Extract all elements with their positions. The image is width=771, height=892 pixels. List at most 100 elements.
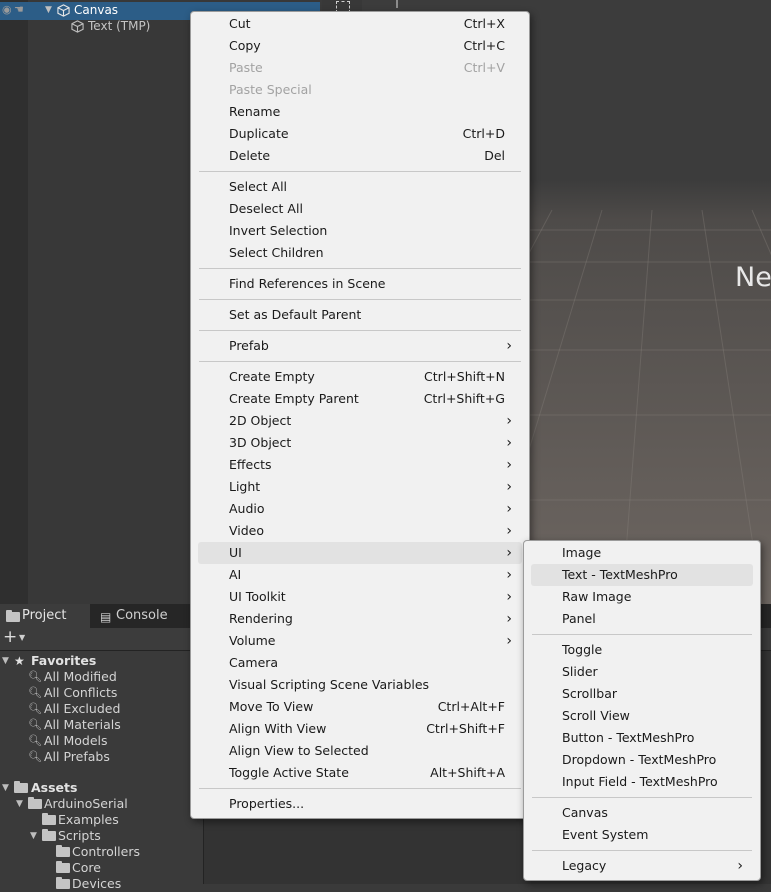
tree-item-favorite[interactable]: 🔍︎ All Conflicts: [0, 685, 200, 701]
tree-folder-scripts[interactable]: ▼ Scripts: [0, 828, 200, 844]
menu-item-effects[interactable]: Effects ›: [198, 454, 522, 476]
chevron-right-icon: ›: [506, 501, 512, 517]
menu-item-event-system[interactable]: Event System: [531, 824, 753, 846]
folder-icon: [42, 813, 56, 825]
tree-item-favorite[interactable]: 🔍︎ All Modified: [0, 669, 200, 685]
chevron-right-icon: ›: [506, 589, 512, 605]
pickability-hand-icon[interactable]: ☚: [14, 2, 24, 18]
chevron-down-icon[interactable]: ▼: [19, 633, 25, 642]
menu-item-label: Image: [562, 545, 602, 560]
tree-item-favorite[interactable]: 🔍︎ All Prefabs: [0, 749, 200, 765]
menu-item-create-empty-parent[interactable]: Create Empty Parent Ctrl+Shift+G: [198, 388, 522, 410]
menu-item-text-textmeshpro[interactable]: Text - TextMeshPro: [531, 564, 753, 586]
folder-open-icon: [14, 781, 28, 793]
menu-item-duplicate[interactable]: Duplicate Ctrl+D: [198, 123, 522, 145]
visibility-eye-icon[interactable]: ◉: [2, 2, 12, 18]
ui-submenu: Image Text - TextMeshPro Raw Image Panel Tog…: [523, 540, 761, 881]
menu-item-cut[interactable]: Cut Ctrl+X: [198, 13, 522, 35]
menu-item-ai[interactable]: AI ›: [198, 564, 522, 586]
tree-folder-examples[interactable]: Examples: [0, 812, 200, 828]
menu-item-label: Paste Special: [229, 82, 312, 97]
menu-item-panel[interactable]: Panel: [531, 608, 753, 630]
menu-item-select-all[interactable]: Select All: [198, 176, 522, 198]
menu-item-invert-selection[interactable]: Invert Selection: [198, 220, 522, 242]
menu-item-shortcut: Ctrl+Shift+F: [426, 721, 505, 736]
menu-item-button-textmeshpro[interactable]: Button - TextMeshPro: [531, 727, 753, 749]
menu-item-toggle[interactable]: Toggle: [531, 639, 753, 661]
menu-item-set-as-default-parent[interactable]: Set as Default Parent: [198, 304, 522, 326]
expand-arrow-icon[interactable]: ▼: [2, 780, 9, 796]
menu-item-align-with-view[interactable]: Align With View Ctrl+Shift+F: [198, 718, 522, 740]
tree-item-favorite[interactable]: 🔍︎ All Models: [0, 733, 200, 749]
menu-item-scroll-view[interactable]: Scroll View: [531, 705, 753, 727]
menu-item-label: Copy: [229, 38, 261, 53]
chevron-right-icon: ›: [506, 479, 512, 495]
expand-arrow-icon[interactable]: ▼: [16, 796, 23, 812]
menu-item-volume[interactable]: Volume ›: [198, 630, 522, 652]
menu-item-label: Move To View: [229, 699, 314, 714]
menu-item-deselect-all[interactable]: Deselect All: [198, 198, 522, 220]
menu-item-properties[interactable]: Properties...: [198, 793, 522, 815]
menu-item-label: Toggle Active State: [229, 765, 349, 780]
hierarchy-item-label: Text (TMP): [88, 19, 151, 33]
menu-item-prefab[interactable]: Prefab ›: [198, 335, 522, 357]
tab-console[interactable]: ▤ Console: [92, 604, 192, 628]
tree-label: Core: [72, 860, 101, 875]
menu-item-label: Create Empty Parent: [229, 391, 359, 406]
menu-item-ui[interactable]: UI ›: [198, 542, 522, 564]
menu-item-input-field-textmeshpro[interactable]: Input Field - TextMeshPro: [531, 771, 753, 793]
tree-folder-controllers[interactable]: Controllers: [0, 844, 200, 860]
tree-label: Scripts: [58, 828, 101, 843]
menu-item-select-children[interactable]: Select Children: [198, 242, 522, 264]
menu-item-2d-object[interactable]: 2D Object ›: [198, 410, 522, 432]
menu-item-rendering[interactable]: Rendering ›: [198, 608, 522, 630]
folder-icon: [56, 861, 70, 873]
tree-assets[interactable]: ▼ Assets: [0, 780, 200, 796]
menu-item-label: Video: [229, 523, 265, 538]
tree-item-favorite[interactable]: 🔍︎ All Excluded: [0, 701, 200, 717]
menu-item-scrollbar[interactable]: Scrollbar: [531, 683, 753, 705]
menu-item-label: Rename: [229, 104, 281, 119]
menu-separator: [532, 634, 752, 635]
menu-item-legacy[interactable]: Legacy ›: [531, 855, 753, 877]
menu-item-label: Event System: [562, 827, 649, 842]
tree-folder-devices[interactable]: Devices: [0, 876, 200, 892]
menu-item-move-to-view[interactable]: Move To View Ctrl+Alt+F: [198, 696, 522, 718]
menu-item-video[interactable]: Video ›: [198, 520, 522, 542]
menu-item-label: Light: [229, 479, 261, 494]
folder-open-icon: [28, 797, 42, 809]
tree-folder-arduinoserial[interactable]: ▼ ArduinoSerial: [0, 796, 200, 812]
expand-arrow-icon[interactable]: ▼: [30, 828, 37, 844]
menu-item-light[interactable]: Light ›: [198, 476, 522, 498]
menu-item-copy[interactable]: Copy Ctrl+C: [198, 35, 522, 57]
menu-item-image[interactable]: Image: [531, 542, 753, 564]
menu-item-ui-toolkit[interactable]: UI Toolkit ›: [198, 586, 522, 608]
menu-item-camera[interactable]: Camera: [198, 652, 522, 674]
menu-item-audio[interactable]: Audio ›: [198, 498, 522, 520]
menu-item-canvas[interactable]: Canvas: [531, 802, 753, 824]
menu-separator: [199, 171, 521, 172]
menu-item-toggle-active-state[interactable]: Toggle Active State Alt+Shift+A: [198, 762, 522, 784]
menu-item-dropdown-textmeshpro[interactable]: Dropdown - TextMeshPro: [531, 749, 753, 771]
menu-item-find-references-in-scene[interactable]: Find References in Scene: [198, 273, 522, 295]
menu-item-label: Deselect All: [229, 201, 303, 216]
menu-item-3d-object[interactable]: 3D Object ›: [198, 432, 522, 454]
scene-overlay-text: Ne: [735, 262, 771, 293]
tab-project[interactable]: Project: [0, 604, 90, 628]
menu-item-rename[interactable]: Rename: [198, 101, 522, 123]
menu-item-label: Select All: [229, 179, 288, 194]
tree-label: All Excluded: [44, 701, 121, 716]
expand-arrow-icon[interactable]: ▼: [45, 2, 52, 18]
expand-arrow-icon[interactable]: ▼: [2, 653, 9, 669]
menu-item-create-empty[interactable]: Create Empty Ctrl+Shift+N: [198, 366, 522, 388]
menu-item-raw-image[interactable]: Raw Image: [531, 586, 753, 608]
menu-item-slider[interactable]: Slider: [531, 661, 753, 683]
menu-item-visual-scripting-scene-variables[interactable]: Visual Scripting Scene Variables: [198, 674, 522, 696]
menu-item-align-view-to-selected[interactable]: Align View to Selected: [198, 740, 522, 762]
tree-item-favorite[interactable]: 🔍︎ All Materials: [0, 717, 200, 733]
add-button[interactable]: +: [3, 627, 17, 647]
menu-item-shortcut: Ctrl+X: [463, 16, 505, 31]
menu-item-label: Toggle: [562, 642, 603, 657]
tree-folder-core[interactable]: Core: [0, 860, 200, 876]
menu-item-delete[interactable]: Delete Del: [198, 145, 522, 167]
